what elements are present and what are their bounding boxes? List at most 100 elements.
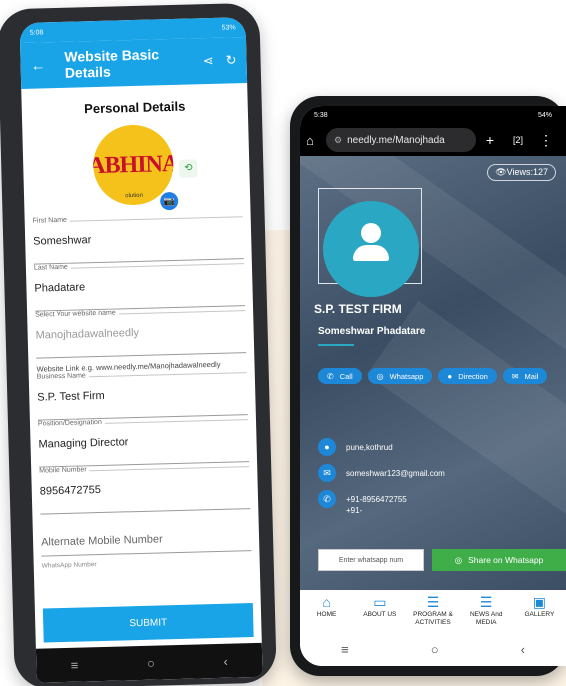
phone-text: +91-8956472755 +91-	[346, 490, 407, 516]
call-label: Call	[339, 371, 353, 381]
tab-count: 2	[515, 135, 521, 145]
tasks-icon: ☰	[426, 594, 440, 610]
nav-label: HOME	[316, 611, 337, 618]
nav-label: ABOUT US	[363, 611, 397, 618]
action-buttons: ✆ Call ◎ Whatsapp ● Direction ✉ Mail	[318, 368, 556, 384]
nav-label: GALLERY	[524, 611, 555, 618]
field-label: Business Name	[36, 372, 89, 381]
field-label: Last Name	[33, 263, 71, 272]
tab-count-icon[interactable]: [2]	[504, 135, 532, 145]
name-underline	[318, 344, 354, 346]
direction-button[interactable]: ● Direction	[438, 368, 497, 384]
section-title: Personal Details	[83, 98, 186, 117]
gallery-icon: ▣	[532, 594, 547, 610]
email-text: someshwar123@gmail.com	[346, 469, 445, 478]
system-nav-bar: ≡ ○ ‹	[35, 642, 263, 683]
home-circle-icon[interactable]: ○	[147, 655, 155, 670]
status-time: 5:08	[29, 28, 44, 37]
nav-gallery[interactable]: ▣ GALLERY	[513, 594, 566, 632]
mobile-number-field[interactable]: Mobile Number 8956472755	[39, 462, 251, 515]
more-icon[interactable]: ⋮	[532, 132, 560, 149]
call-button[interactable]: ✆ Call	[318, 368, 362, 384]
field-label: Position/Designation	[37, 418, 105, 428]
address-row[interactable]: ● pune,kothrud	[318, 438, 556, 456]
submit-button[interactable]: SUBMIT	[42, 603, 254, 643]
avatar	[323, 201, 419, 297]
field-value: Phadatare	[34, 281, 86, 295]
field-value: S.P. Test Firm	[37, 389, 105, 404]
back-icon[interactable]: ‹	[223, 653, 228, 668]
whatsapp-button[interactable]: ◎ Whatsapp	[367, 368, 433, 384]
first-name-field[interactable]: First Name Someshwar	[32, 212, 244, 265]
phone-line-1: +91-8956472755	[346, 495, 407, 504]
views-text: Views:127	[506, 167, 548, 177]
field-label: Select Your website name	[35, 309, 119, 319]
mail-icon: ✉	[318, 464, 336, 482]
refresh-icon[interactable]: ↻	[225, 52, 236, 68]
field-value: Managing Director	[38, 436, 129, 451]
phone-row[interactable]: ✆ +91-8956472755 +91-	[318, 490, 556, 516]
field-value: Manojhadawalneedly	[35, 326, 140, 342]
nav-about-us[interactable]: ▭ ABOUT US	[353, 594, 406, 632]
right-phone: 5:38 54% ⌂ ⚙ needly.me/Manojhada + [2] ⋮…	[290, 96, 566, 676]
nav-program-activities[interactable]: ☰ PROGRAM & ACTIVITIES	[406, 594, 459, 632]
phone-icon: ✆	[318, 490, 336, 508]
nav-label: PROGRAM & ACTIVITIES	[413, 611, 453, 626]
whatsapp-icon: ◎	[454, 554, 463, 565]
site-settings-icon[interactable]: ⚙	[334, 135, 342, 146]
nav-home[interactable]: ⌂ HOME	[300, 594, 353, 632]
rotate-icon[interactable]: ⟲	[179, 159, 198, 178]
status-battery: 54%	[537, 111, 552, 119]
url-field[interactable]: ⚙ needly.me/Manojhada	[326, 128, 476, 152]
last-name-field[interactable]: Last Name Phadatare	[33, 259, 245, 312]
menu-icon[interactable]: ≡	[70, 657, 78, 672]
status-battery: 53%	[221, 23, 236, 32]
menu-icon[interactable]: ≡	[341, 642, 349, 657]
new-tab-icon[interactable]: +	[476, 132, 504, 148]
whatsapp-icon: ◎	[376, 371, 384, 381]
home-icon[interactable]: ⌂	[306, 133, 326, 148]
status-bar: 5:38 54%	[300, 106, 566, 124]
location-icon: ●	[318, 438, 336, 456]
whatsapp-number-input[interactable]: Enter whatsapp num	[318, 549, 424, 571]
profile-photo-frame	[318, 188, 422, 297]
logo-text: ABHINA	[92, 150, 175, 179]
firm-name: S.P. TEST FIRM	[314, 302, 402, 316]
designation-field[interactable]: Position/Designation Managing Director	[37, 415, 250, 468]
camera-icon[interactable]: 📷	[159, 191, 179, 211]
briefcase-icon: ▭	[373, 594, 387, 610]
whatsapp-label: WhatsApp Number	[41, 561, 97, 570]
share-icon[interactable]: ⋖	[203, 53, 214, 69]
website-name-field[interactable]: Select Your website name Manojhadawalnee…	[35, 306, 247, 359]
direction-label: Direction	[458, 371, 488, 381]
mail-icon: ✉	[511, 371, 519, 381]
alternate-mobile-field[interactable]: Alternate Mobile Number	[40, 519, 252, 557]
field-value: Someshwar	[33, 234, 92, 248]
left-phone-screen: 5:08 53% ← Website Basic Details ⋖ ↻ Per…	[19, 17, 263, 683]
email-row[interactable]: ✉ someshwar123@gmail.com	[318, 464, 556, 482]
right-phone-screen: 5:38 54% ⌂ ⚙ needly.me/Manojhada + [2] ⋮…	[300, 106, 566, 666]
home-icon: ⌂	[322, 594, 331, 610]
location-icon: ●	[447, 371, 453, 381]
field-label: Mobile Number	[39, 466, 90, 475]
business-name-field[interactable]: Business Name S.P. Test Firm	[36, 368, 248, 421]
nav-news-media[interactable]: ☰ NEWS And MEDIA	[460, 594, 513, 632]
address-text: pune,kothrud	[346, 443, 393, 452]
mail-button[interactable]: ✉ Mail	[502, 368, 548, 384]
whatsapp-label: Whatsapp	[389, 371, 424, 381]
arrow-left-icon[interactable]: ←	[30, 57, 50, 74]
app-bar: ← Website Basic Details ⋖ ↻	[20, 37, 248, 89]
system-nav-bar: ≡ ○ ‹	[300, 632, 566, 666]
business-card: 👁Views:127 S.P. TEST FIRM Someshwar Phad…	[300, 156, 566, 590]
share-label: Share on Whatsapp	[468, 555, 544, 565]
home-circle-icon[interactable]: ○	[431, 642, 439, 657]
news-icon: ☰	[479, 594, 493, 610]
person-name: Someshwar Phadatare	[318, 326, 426, 337]
left-phone: 5:08 53% ← Website Basic Details ⋖ ↻ Per…	[0, 2, 277, 686]
browser-url-bar: ⌂ ⚙ needly.me/Manojhada + [2] ⋮	[300, 124, 566, 156]
logo-picker[interactable]: ABHINA olution 📷 ⟲	[92, 124, 198, 212]
url-text: needly.me/Manojhada	[347, 134, 445, 146]
back-icon[interactable]: ‹	[521, 642, 525, 657]
phone-line-2: +91-	[346, 506, 363, 515]
share-whatsapp-button[interactable]: ◎ Share on Whatsapp	[432, 549, 566, 571]
